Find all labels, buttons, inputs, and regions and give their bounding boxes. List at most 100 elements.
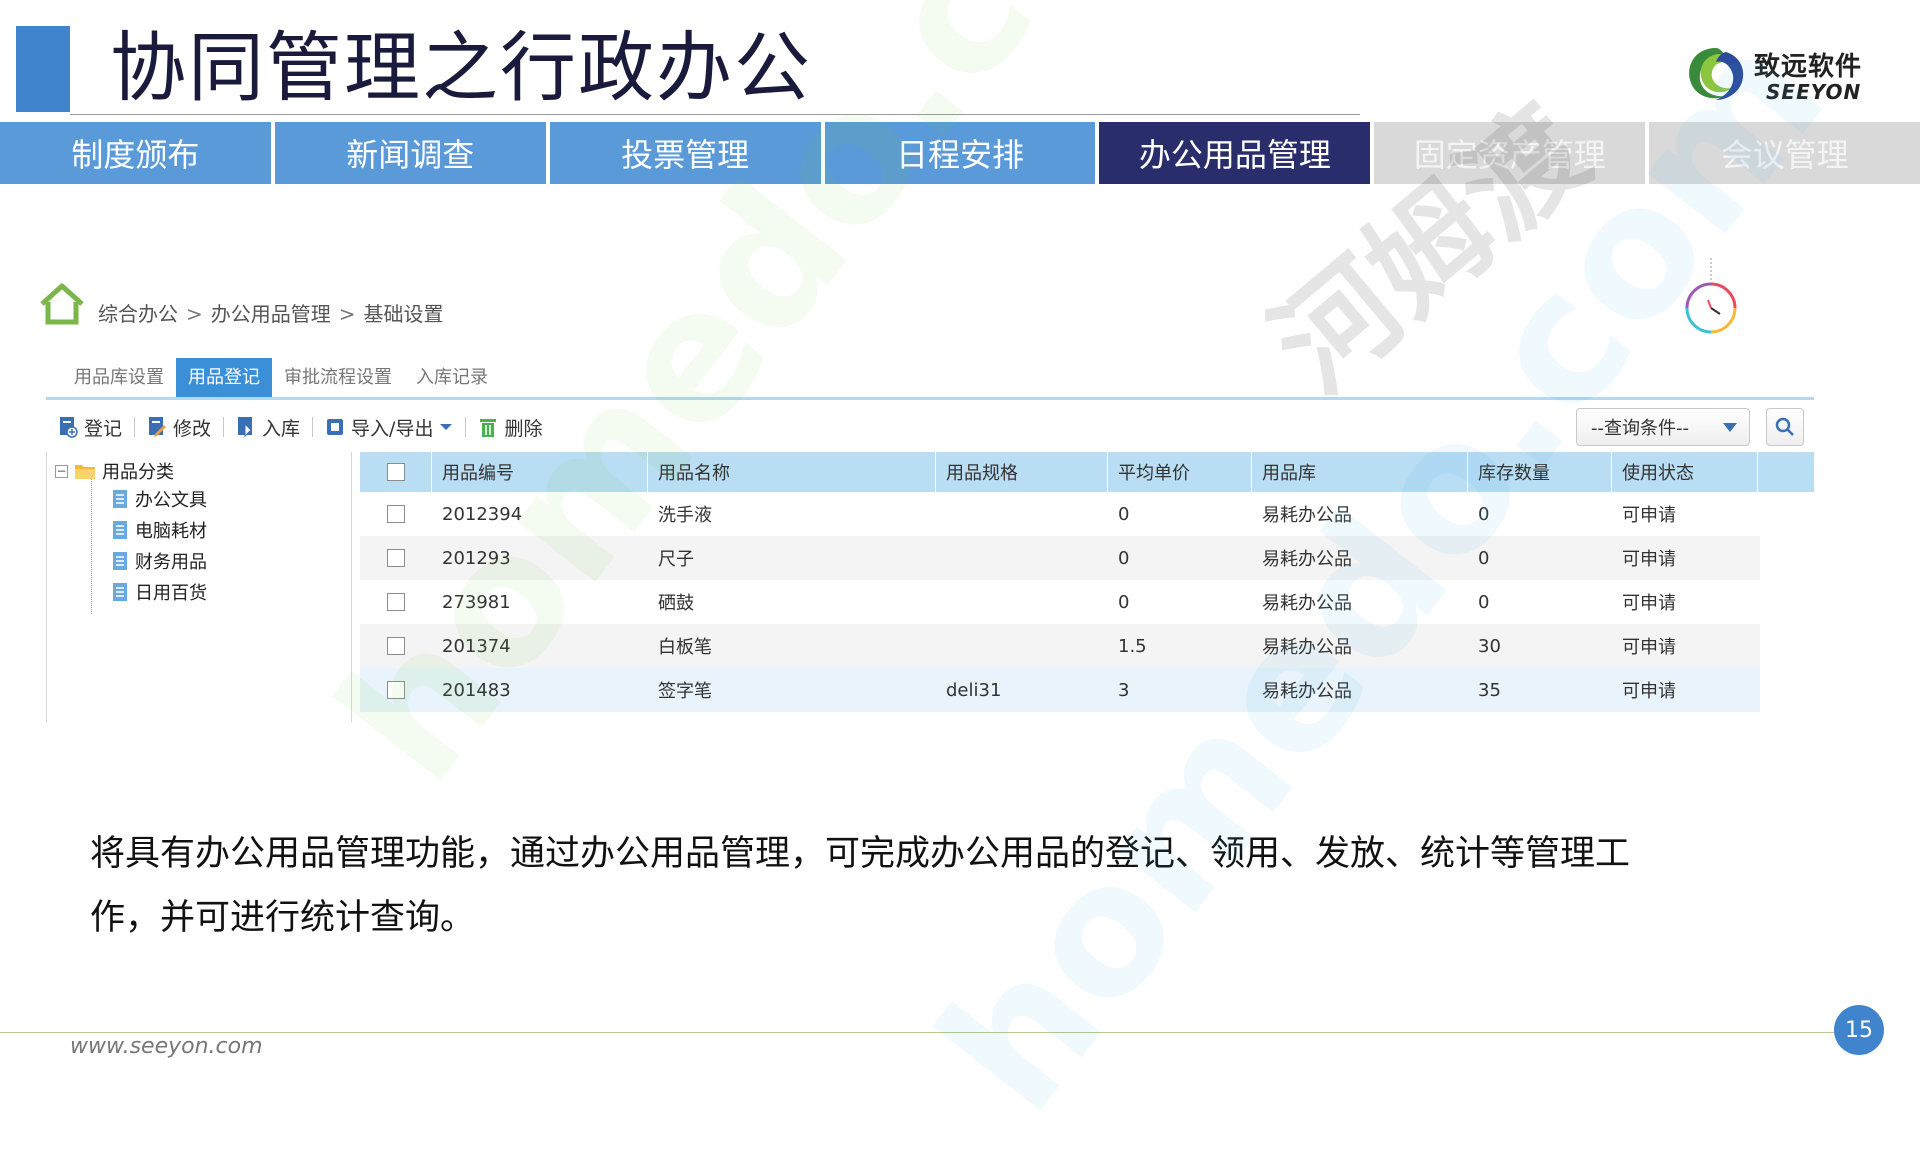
table-cell: 易耗办公品 [1262, 505, 1352, 526]
edit-icon [149, 417, 167, 437]
tab-office-supplies[interactable]: 办公用品管理 [1099, 122, 1371, 184]
query-condition-value: --查询条件-- [1591, 418, 1689, 439]
clock-icon[interactable] [1682, 258, 1740, 340]
document-icon [113, 521, 127, 539]
tab-stock-in-records[interactable]: 入库记录 [404, 358, 500, 398]
table-row[interactable]: 273981 硒鼓 0 易耗办公品 0 可申请 [360, 580, 1760, 624]
search-icon [1775, 417, 1794, 436]
table-cell: 可申请 [1622, 681, 1676, 702]
table-cell: 可申请 [1622, 549, 1676, 570]
tree-root[interactable]: − 用品分类 [55, 458, 174, 484]
tree-item-label: 办公文具 [135, 490, 207, 511]
table-cell: deli31 [946, 679, 1002, 701]
table-cell: 0 [1118, 503, 1130, 525]
subtab-bar: 用品库设置 用品登记 审批流程设置 入库记录 [62, 358, 500, 398]
seeyon-logo: 致远软件 SEEYON [1682, 42, 1872, 114]
table-cell: 0 [1118, 591, 1130, 613]
table-cell: 30 [1478, 635, 1501, 657]
column-header[interactable]: 用品编号 [432, 452, 648, 492]
row-select-cell [360, 536, 432, 580]
delete-button[interactable]: 删除 [466, 412, 554, 442]
table-cell [936, 580, 1108, 624]
row-checkbox[interactable] [387, 681, 405, 699]
stock-in-icon [238, 417, 253, 438]
row-select-cell [360, 580, 432, 624]
table-cell: 0 [1478, 547, 1490, 569]
tree-item-label: 电脑耗材 [135, 521, 207, 542]
table-row[interactable]: 201293 尺子 0 易耗办公品 0 可申请 [360, 536, 1760, 580]
import-export-button[interactable]: 导入/导出 [313, 412, 465, 442]
table-cell: 洗手液 [658, 505, 712, 526]
table-cell: 1.5 [1118, 635, 1147, 657]
row-select-cell [360, 668, 432, 712]
supplies-table: 用品编号 用品名称 用品规格 平均单价 用品库 库存数量 使用状态 201239… [360, 452, 1814, 722]
tab-supply-registration[interactable]: 用品登记 [176, 358, 272, 398]
document-icon [113, 552, 127, 570]
table-row[interactable]: 201483 签字笔 deli31 3 易耗办公品 35 可申请 [360, 668, 1760, 712]
table-cell: 易耗办公品 [1262, 637, 1352, 658]
column-header[interactable]: 平均单价 [1108, 452, 1252, 492]
edit-button[interactable]: 修改 [135, 412, 223, 442]
subtab-underline [46, 397, 1814, 400]
table-header: 用品编号 用品名称 用品规格 平均单价 用品库 库存数量 使用状态 [360, 452, 1814, 492]
breadcrumb-item[interactable]: 办公用品管理 [211, 302, 331, 326]
query-condition-select[interactable]: --查询条件-- [1576, 408, 1750, 446]
row-checkbox[interactable] [387, 549, 405, 567]
import-export-label: 导入/导出 [351, 417, 434, 440]
chevron-down-icon [1723, 423, 1737, 432]
column-header[interactable]: 用品规格 [936, 452, 1108, 492]
row-checkbox[interactable] [387, 637, 405, 655]
tree-item-label: 财务用品 [135, 552, 207, 573]
table-cell: 0 [1118, 547, 1130, 569]
table-cell [936, 492, 1108, 536]
tree-item[interactable]: 办公文具 [111, 486, 207, 512]
import-export-icon [327, 419, 344, 435]
tree-guide [91, 478, 92, 614]
breadcrumb: 综合办公 > 办公用品管理 > 基础设置 [98, 298, 444, 327]
tree-item[interactable]: 日用百货 [111, 579, 207, 605]
document-icon [113, 583, 127, 601]
row-checkbox[interactable] [387, 505, 405, 523]
table-cell: 201374 [442, 635, 511, 657]
table-cell: 2012394 [442, 503, 523, 525]
table-cell [936, 536, 1108, 580]
column-header[interactable]: 库存数量 [1468, 452, 1612, 492]
table-cell: 可申请 [1622, 593, 1676, 614]
table-cell: 易耗办公品 [1262, 681, 1352, 702]
tab-schedule[interactable]: 日程安排 [824, 122, 1096, 184]
chevron-down-icon [440, 424, 453, 430]
column-header[interactable]: 用品名称 [648, 452, 936, 492]
row-checkbox[interactable] [387, 593, 405, 611]
tab-approval-flow-settings[interactable]: 审批流程设置 [272, 358, 404, 398]
column-header[interactable]: 用品库 [1252, 452, 1468, 492]
table-cell [936, 624, 1108, 668]
table-row[interactable]: 201374 白板笔 1.5 易耗办公品 30 可申请 [360, 624, 1760, 668]
tab-fixed-assets[interactable]: 固定资产管理 [1374, 122, 1646, 184]
table-row[interactable]: 2012394 洗手液 0 易耗办公品 0 可申请 [360, 492, 1760, 536]
breadcrumb-item[interactable]: 综合办公 [98, 302, 178, 326]
column-header[interactable]: 使用状态 [1612, 452, 1758, 492]
tab-news-survey[interactable]: 新闻调查 [274, 122, 546, 184]
seeyon-logo-icon [1689, 48, 1744, 100]
tab-supply-library-settings[interactable]: 用品库设置 [62, 358, 176, 398]
stock-in-label: 入库 [262, 417, 301, 440]
tree-item[interactable]: 财务用品 [111, 548, 207, 574]
table-cell: 35 [1478, 679, 1501, 701]
tab-meetings[interactable]: 会议管理 [1649, 122, 1920, 184]
footer-url: www.seeyon.com [70, 1034, 263, 1059]
breadcrumb-separator: > [338, 302, 356, 326]
row-select-cell [360, 624, 432, 668]
collapse-toggle-icon[interactable]: − [55, 464, 68, 478]
home-icon[interactable] [38, 282, 86, 326]
tree-item[interactable]: 电脑耗材 [111, 517, 207, 543]
folder-icon [75, 465, 95, 479]
register-button[interactable]: 登记 [46, 412, 134, 442]
table-cell: 201293 [442, 547, 511, 569]
select-all-checkbox[interactable] [386, 463, 405, 481]
select-all-cell [360, 452, 432, 492]
search-button[interactable] [1766, 408, 1804, 446]
tab-system-release[interactable]: 制度颁布 [0, 122, 271, 184]
stock-in-button[interactable]: 入库 [224, 412, 312, 442]
table-cell: 签字笔 [658, 681, 712, 702]
tab-voting[interactable]: 投票管理 [549, 122, 821, 184]
